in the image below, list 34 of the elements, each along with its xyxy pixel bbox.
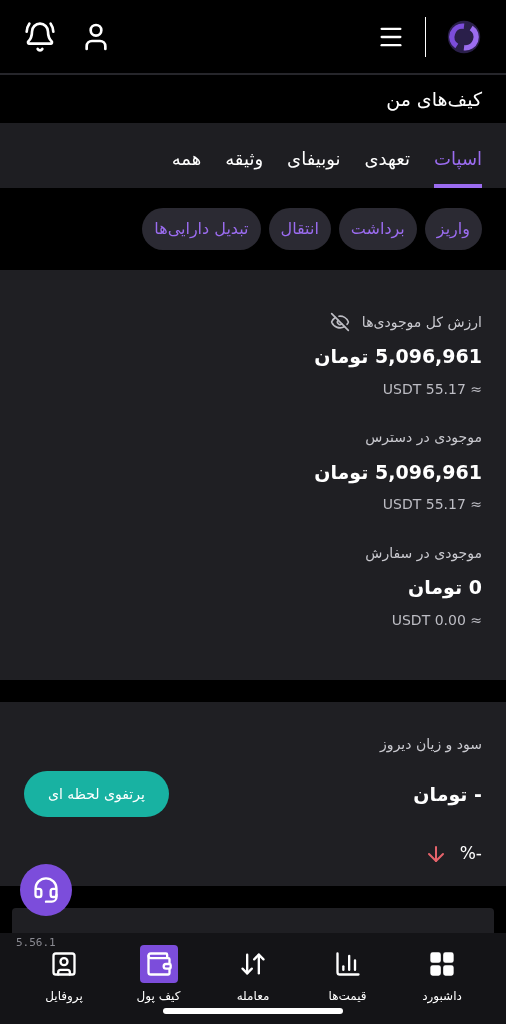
- notifications-button[interactable]: [24, 20, 56, 53]
- tab[interactable]: نوبیفای: [287, 145, 341, 188]
- tab[interactable]: اسپات: [434, 145, 482, 188]
- balance-value: 5,096,961 تومان: [313, 459, 482, 486]
- nav-item[interactable]: کیف پول: [118, 945, 199, 1005]
- usdt-value: USDT 0.00 ≈: [391, 610, 482, 630]
- balance-value: 0 تومان: [407, 575, 482, 601]
- nav-item[interactable]: قیمت‌ها: [307, 945, 388, 1005]
- action-button[interactable]: برداشت: [338, 208, 417, 250]
- profile-icon: [50, 950, 78, 978]
- logo-icon[interactable]: [446, 18, 482, 55]
- balance-value: 5,096,961 تومان: [313, 344, 482, 370]
- action-button[interactable]: واریز: [424, 208, 482, 250]
- pnl-percent: -%: [459, 842, 482, 865]
- balance-label: ارزش کل موجودی‌ها: [361, 312, 482, 333]
- nav-item[interactable]: داشبورد: [402, 945, 482, 1005]
- tab[interactable]: تعهدی: [364, 145, 411, 188]
- headset-icon: [32, 876, 60, 904]
- page-title: کیف‌های من: [386, 86, 482, 113]
- usdt-value: USDT 55.17 ≈: [382, 495, 482, 514]
- balance-label: موجودی در سفارش: [365, 543, 482, 564]
- action-button[interactable]: تبدیل دارایی‌ها: [142, 208, 261, 250]
- grid-icon: [428, 950, 456, 978]
- pnl-label: سود و زیان دیروز: [378, 735, 482, 755]
- bar-chart-icon: [333, 950, 362, 978]
- hide-balance-button[interactable]: [329, 312, 350, 332]
- nav-item[interactable]: معامله: [213, 945, 293, 1005]
- pnl-value: - تومان: [413, 781, 482, 808]
- usdt-value: USDT 55.17 ≈: [382, 379, 482, 399]
- tab[interactable]: وثیقه: [225, 145, 264, 188]
- balance-label: موجودی در دسترس: [365, 428, 482, 448]
- wallet-icon: [144, 950, 173, 978]
- tab[interactable]: همه: [171, 145, 202, 188]
- action-button[interactable]: انتقال: [268, 208, 331, 250]
